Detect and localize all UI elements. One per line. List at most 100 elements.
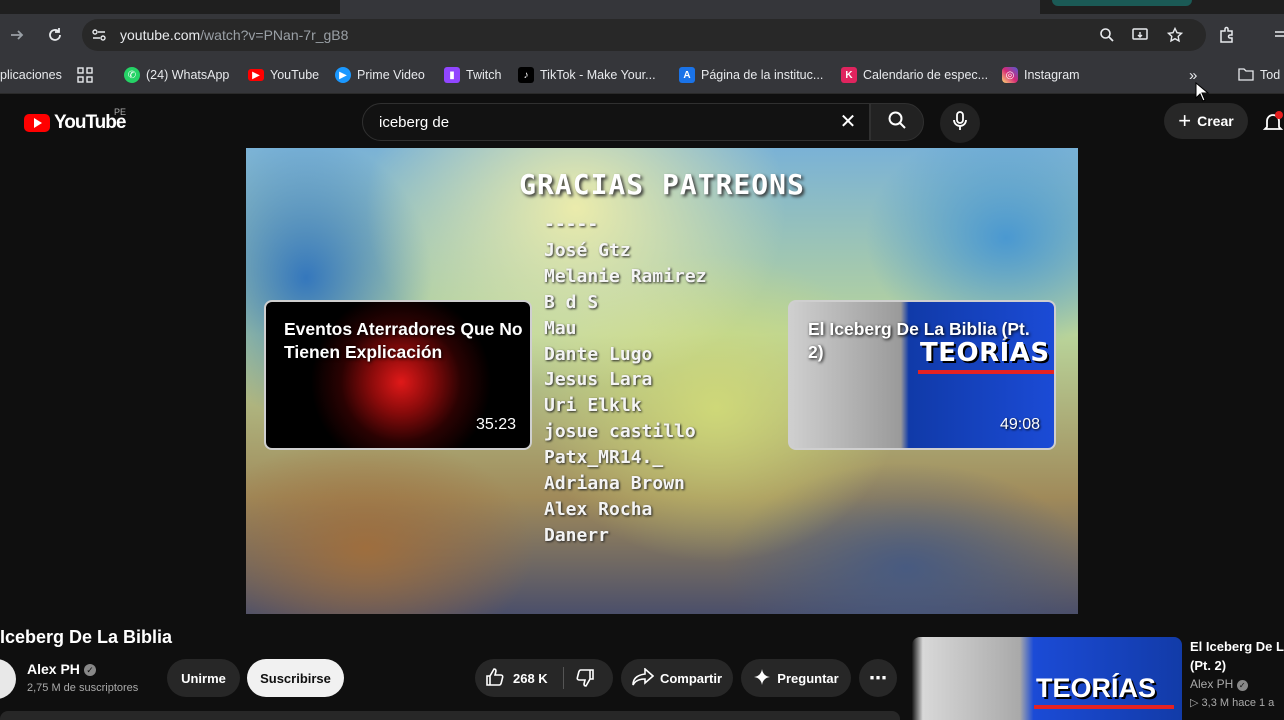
thumbs-down-icon: [575, 669, 595, 691]
bookmark-label: (24) WhatsApp: [146, 68, 230, 82]
bookmark-instagram[interactable]: ◎ Instagram: [1002, 66, 1080, 84]
credit-line: Adriana Brown: [544, 473, 685, 495]
more-actions-button[interactable]: ⋯: [859, 659, 897, 697]
bookmark-youtube[interactable]: ▶ YouTube: [248, 66, 319, 84]
endscreen-video-card[interactable]: TEORÍAS El Iceberg De La Biblia (Pt. 2) …: [788, 300, 1056, 450]
apps-grid-icon[interactable]: [77, 66, 93, 84]
install-app-icon[interactable]: [1130, 24, 1152, 46]
voice-search-button[interactable]: [940, 103, 980, 143]
reload-icon[interactable]: [44, 24, 66, 46]
description-box[interactable]: [0, 711, 900, 720]
recommended-video-title[interactable]: El Iceberg De La (Pt. 2): [1190, 637, 1284, 675]
credit-line: Patx_MR14._: [544, 447, 664, 469]
share-icon: [632, 666, 655, 689]
whatsapp-icon: ✆: [124, 67, 140, 83]
recommended-video-meta: ▷ 3,3 M hace 1 a: [1190, 697, 1275, 709]
search-input[interactable]: iceberg de ✕: [362, 103, 870, 141]
create-label: Crear: [1197, 113, 1234, 129]
credit-line: Mau: [544, 317, 577, 339]
credit-line: Dante Lugo: [544, 343, 653, 365]
tiktok-icon: ♪: [518, 67, 534, 83]
search-button[interactable]: [870, 103, 924, 141]
bookmark-twitch[interactable]: ▮ Twitch: [444, 66, 501, 84]
subscribe-button[interactable]: Suscribirse: [247, 659, 344, 697]
credit-line: José Gtz: [544, 239, 631, 261]
mouse-cursor-icon: [1195, 81, 1210, 102]
thumbnail-badge-text: TEORÍAS: [1036, 673, 1157, 703]
channel-name[interactable]: Alex PH: [27, 661, 80, 677]
recommended-video-thumbnail[interactable]: TEORÍAS: [912, 637, 1182, 720]
notifications-bell-icon[interactable]: [1262, 111, 1284, 133]
zoom-icon[interactable]: [1096, 24, 1118, 46]
join-button[interactable]: Unirme: [167, 659, 240, 697]
credit-line: Danerr: [544, 524, 610, 546]
credit-line: Melanie Ramirez: [544, 265, 707, 287]
menu-icon[interactable]: [1270, 24, 1284, 46]
twitch-icon: ▮: [444, 67, 460, 83]
recommended-channel[interactable]: Alex PH ✓: [1190, 677, 1248, 691]
bookmark-tiktok[interactable]: ♪ TikTok - Make Your...: [518, 66, 656, 84]
bookmark-apps[interactable]: plicaciones: [0, 66, 62, 84]
thumbnail-red-bar: [1034, 705, 1174, 709]
like-dislike-group: 268 K: [475, 659, 613, 697]
credit-line: Jesus Lara: [544, 369, 653, 391]
bookmark-label: Prime Video: [357, 68, 425, 82]
url-text: youtube.com/watch?v=PNan-7r_gB8: [120, 27, 348, 43]
credit-line: -----: [544, 214, 599, 235]
url-host: youtube.com: [120, 27, 201, 43]
bookmark-folder[interactable]: Tod: [1238, 66, 1280, 84]
endscreen-video-card[interactable]: Eventos Aterradores Que No Tienen Explic…: [264, 300, 532, 450]
thumbs-up-icon: [485, 667, 505, 690]
bookmark-calendar[interactable]: K Calendario de espec...: [841, 66, 988, 84]
share-label: Compartir: [659, 670, 723, 686]
share-button[interactable]: Compartir: [621, 659, 733, 697]
bookmark-star-icon[interactable]: [1164, 24, 1186, 46]
bookmark-whatsapp[interactable]: ✆ (24) WhatsApp: [124, 66, 229, 84]
video-player[interactable]: GRACIAS PATREONS ----- José Gtz Melanie …: [246, 148, 1078, 614]
bookmark-label: TikTok - Make Your...: [540, 68, 656, 82]
thumbnail-red-bar: [918, 370, 1054, 374]
tab-group-indicator[interactable]: [1052, 0, 1192, 6]
endscreen-video-title: El Iceberg De La Biblia (Pt. 2): [808, 319, 1030, 362]
prime-video-icon: ▶: [335, 67, 351, 83]
site-info-icon[interactable]: [88, 24, 110, 46]
clear-search-icon[interactable]: ✕: [837, 111, 859, 133]
credit-line: B d S: [544, 291, 599, 313]
institution-icon: A: [679, 67, 695, 83]
credits-title: GRACIAS PATREONS: [519, 168, 805, 201]
join-label: Unirme: [181, 670, 226, 686]
like-divider: [563, 667, 564, 689]
credit-line: Uri Elklk: [544, 395, 642, 417]
extensions-icon[interactable]: [1216, 24, 1238, 46]
verified-badge-icon: ✓: [1236, 680, 1248, 691]
active-tab[interactable]: [340, 0, 1040, 14]
like-button[interactable]: 268 K: [485, 667, 548, 690]
channel-avatar[interactable]: [0, 659, 16, 699]
url-path: /watch?v=PNan-7r_gB8: [200, 27, 349, 43]
credit-line: Alex Rocha: [544, 498, 653, 520]
dislike-button[interactable]: [575, 668, 595, 691]
sparkle-icon: [753, 668, 771, 689]
bookmark-institution[interactable]: A Página de la instituc...: [679, 66, 823, 84]
forward-icon[interactable]: [6, 24, 28, 46]
bookmark-prime-video[interactable]: ▶ Prime Video: [335, 66, 425, 84]
video-title: Iceberg De La Biblia: [0, 627, 173, 647]
endscreen-video-title: Eventos Aterradores Que No Tienen Explic…: [284, 319, 523, 362]
calendar-icon: K: [841, 67, 857, 83]
folder-icon: [1238, 67, 1254, 84]
address-bar[interactable]: youtube.com/watch?v=PNan-7r_gB8: [82, 19, 1206, 51]
bookmark-label: Tod: [1260, 68, 1281, 82]
youtube-logo[interactable]: YouTube PE: [24, 107, 126, 134]
bookmark-label: Página de la instituc...: [701, 68, 824, 82]
bookmark-apps-label: plicaciones: [0, 68, 62, 82]
bookmark-label: Calendario de espec...: [863, 68, 989, 82]
recommended-title-line: (Pt. 2): [1190, 658, 1227, 673]
endscreen-video-duration: 49:08: [999, 416, 1040, 433]
subscriber-count: 2,75 M de suscriptores: [27, 682, 139, 694]
like-count: 268 K: [513, 670, 548, 686]
create-button[interactable]: + Crear: [1164, 103, 1248, 139]
ask-button[interactable]: Preguntar: [741, 659, 851, 697]
credit-line: josue castillo: [544, 421, 696, 443]
microphone-icon: [952, 110, 968, 136]
youtube-masthead: YouTube PE iceberg de ✕ + Crear: [0, 95, 1284, 147]
